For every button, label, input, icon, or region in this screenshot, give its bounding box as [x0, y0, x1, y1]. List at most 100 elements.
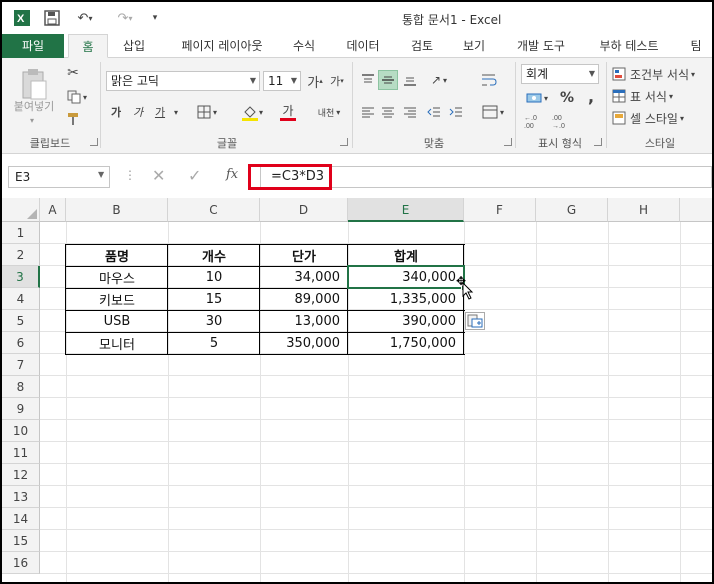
conditional-format-button[interactable]: 조건부 서식 ▾	[612, 64, 710, 84]
column-header-f[interactable]: F	[464, 198, 536, 222]
row-header-16[interactable]: 16	[2, 552, 40, 574]
table-cell[interactable]: 30	[168, 310, 260, 332]
row-header-9[interactable]: 9	[2, 398, 40, 420]
excel-icon[interactable]: X	[12, 8, 32, 28]
table-cell[interactable]: 89,000	[260, 288, 348, 310]
row-header-14[interactable]: 14	[2, 508, 40, 530]
name-box-dropdown-icon[interactable]: ▼	[98, 170, 104, 179]
underline-button[interactable]: 가	[152, 102, 168, 122]
alignment-launcher-icon[interactable]	[504, 138, 512, 146]
paste-dropdown-icon[interactable]: ▾	[24, 114, 40, 126]
bold-button[interactable]: 가	[108, 102, 124, 122]
font-launcher-icon[interactable]	[340, 138, 348, 146]
decrease-font-icon[interactable]: 가 ▾	[328, 71, 346, 91]
tab-view[interactable]: 보기	[454, 34, 494, 58]
wrap-text-icon[interactable]	[478, 70, 500, 90]
cell-styles-button[interactable]: 셀 스타일 ▾	[612, 108, 710, 128]
fill-color-icon[interactable]: ▾	[236, 100, 268, 124]
table-cell[interactable]: 13,000	[260, 310, 348, 332]
align-top-icon[interactable]	[358, 70, 378, 90]
column-header-g[interactable]: G	[536, 198, 608, 222]
font-name-select[interactable]: 맑은 고딕 ▼	[106, 71, 260, 91]
tab-formulas[interactable]: 수식	[282, 34, 326, 58]
insert-function-icon[interactable]: fx	[226, 167, 238, 182]
tab-file[interactable]: 파일	[2, 34, 64, 58]
number-launcher-icon[interactable]	[594, 138, 602, 146]
row-header-8[interactable]: 8	[2, 376, 40, 398]
cut-icon[interactable]: ✂	[64, 64, 82, 82]
accounting-format-icon[interactable]: ▾	[522, 88, 552, 108]
align-bottom-icon[interactable]	[400, 70, 420, 90]
decrease-indent-icon[interactable]	[424, 102, 444, 122]
clipboard-launcher-icon[interactable]	[90, 138, 98, 146]
table-cell[interactable]: 390,000	[348, 310, 464, 332]
enter-icon[interactable]: ✓	[188, 166, 201, 185]
column-header-b[interactable]: B	[66, 198, 168, 222]
table-cell[interactable]: 1,335,000	[348, 288, 464, 310]
tab-insert[interactable]: 삽입	[114, 34, 154, 58]
table-cell[interactable]: 1,750,000	[348, 332, 464, 354]
increase-decimal-icon[interactable]: ←.0.00	[522, 110, 546, 132]
borders-icon[interactable]: ▾	[192, 102, 222, 122]
row-header-15[interactable]: 15	[2, 530, 40, 552]
row-header-1[interactable]: 1	[2, 222, 40, 244]
undo-icon[interactable]: ↶ ▾	[70, 8, 100, 28]
table-cell[interactable]: USB	[66, 310, 168, 332]
tab-data[interactable]: 데이터	[336, 34, 390, 58]
name-box[interactable]: E3	[8, 166, 110, 188]
column-header-e[interactable]: E	[348, 198, 464, 222]
row-header-10[interactable]: 10	[2, 420, 40, 442]
comma-button[interactable]: ,	[582, 86, 600, 106]
table-cell[interactable]: 34,000	[260, 266, 348, 288]
table-header-cell[interactable]: 개수	[168, 244, 260, 266]
table-cell[interactable]: 마우스	[66, 266, 168, 288]
italic-button[interactable]: 가	[130, 102, 146, 122]
save-icon[interactable]	[42, 8, 62, 28]
tab-review[interactable]: 검토	[402, 34, 442, 58]
column-header-a[interactable]: A	[40, 198, 66, 222]
tab-page-layout[interactable]: 페이지 레이아웃	[167, 34, 277, 58]
decrease-decimal-icon[interactable]: .00 →.0	[550, 110, 574, 132]
increase-indent-icon[interactable]	[446, 102, 466, 122]
row-header-6[interactable]: 6	[2, 332, 40, 354]
table-header-cell[interactable]: 품명	[66, 244, 168, 266]
select-all-corner[interactable]	[2, 198, 40, 222]
row-header-11[interactable]: 11	[2, 442, 40, 464]
percent-button[interactable]: %	[558, 88, 576, 108]
table-cell[interactable]: 10	[168, 266, 260, 288]
quick-access-customize-icon[interactable]: ▾	[148, 8, 162, 28]
formula-bar-resize-icon[interactable]: ⋮	[124, 168, 136, 182]
table-cell[interactable]: 350,000	[260, 332, 348, 354]
paste-button[interactable]: 붙여넣기	[8, 98, 60, 114]
merge-center-icon[interactable]: ▾	[478, 102, 508, 122]
paste-options-button[interactable]	[465, 312, 485, 330]
table-cell[interactable]: 15	[168, 288, 260, 310]
align-center-icon[interactable]	[378, 102, 398, 122]
increase-font-icon[interactable]: 가 ▴	[306, 71, 324, 91]
align-right-icon[interactable]	[400, 102, 420, 122]
format-as-table-button[interactable]: 표 서식 ▾	[612, 86, 710, 106]
row-header-5[interactable]: 5	[2, 310, 40, 332]
format-painter-icon[interactable]	[64, 110, 82, 128]
column-header-c[interactable]: C	[168, 198, 260, 222]
number-format-select[interactable]: 회계 ▼	[521, 64, 599, 84]
row-header-13[interactable]: 13	[2, 486, 40, 508]
row-header-4[interactable]: 4	[2, 288, 40, 310]
align-left-icon[interactable]	[358, 102, 378, 122]
table-header-cell[interactable]: 합계	[348, 244, 464, 266]
redo-icon[interactable]: ↷ ▾	[110, 8, 140, 28]
tab-home[interactable]: 홈	[68, 34, 108, 58]
table-cell[interactable]: 5	[168, 332, 260, 354]
underline-dropdown-icon[interactable]: ▾	[170, 102, 182, 122]
tab-load-test[interactable]: 부하 테스트	[588, 34, 670, 58]
align-middle-icon[interactable]	[378, 70, 398, 90]
worksheet-grid[interactable]: A B C D E F G H 1 2 3 4 5 6 7 8 9 10 11 12 13 14 15 16 …	[2, 198, 712, 582]
tab-developer[interactable]: 개발 도구	[506, 34, 576, 58]
font-color-button[interactable]: 가	[272, 100, 304, 124]
copy-icon[interactable]: ▾	[64, 88, 90, 106]
cancel-icon[interactable]: ✕	[152, 166, 165, 185]
column-header-d[interactable]: D	[260, 198, 348, 222]
row-header-2[interactable]: 2	[2, 244, 40, 266]
row-header-7[interactable]: 7	[2, 354, 40, 376]
row-header-12[interactable]: 12	[2, 464, 40, 486]
